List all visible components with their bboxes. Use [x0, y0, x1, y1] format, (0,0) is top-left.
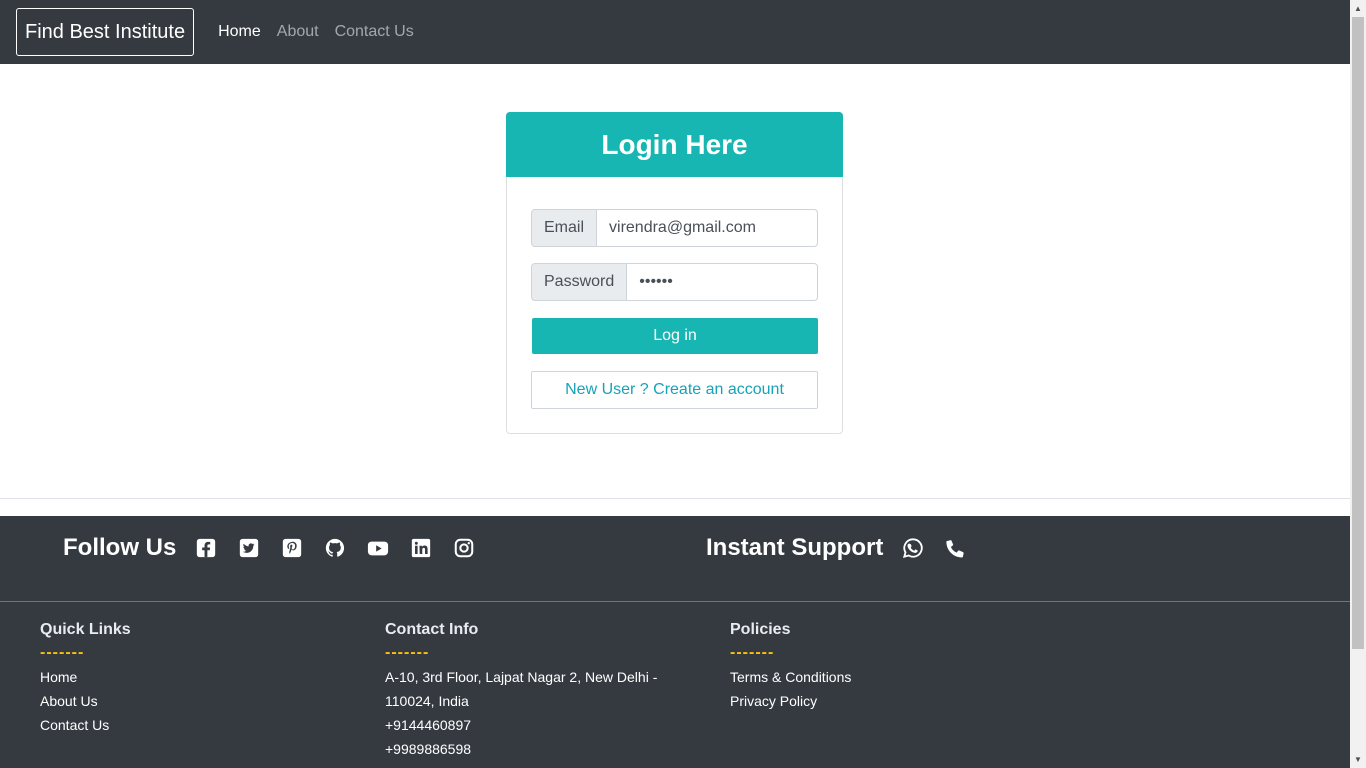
- quick-links-column: Quick Links ------- Home About Us Contac…: [40, 620, 131, 737]
- nav-link-home[interactable]: Home: [218, 23, 261, 41]
- policies-dash: -------: [730, 644, 775, 661]
- facebook-icon[interactable]: [194, 536, 218, 560]
- brand-logo-link[interactable]: Find Best Institute: [16, 8, 195, 56]
- follow-us-section: Follow Us: [63, 534, 495, 562]
- footer-link-contact[interactable]: Contact Us: [40, 713, 131, 737]
- quick-links-title: Quick Links: [40, 621, 131, 638]
- social-icons: [194, 536, 495, 560]
- phone-number-2: +9989886598: [385, 741, 472, 757]
- quick-links-dash: -------: [40, 644, 85, 661]
- address-line-1: A-10, 3rd Floor, Lajpat Nagar 2, New Del…: [385, 669, 658, 685]
- contact-info-title: Contact Info: [385, 621, 479, 638]
- footer-link-about[interactable]: About Us: [40, 689, 131, 713]
- footer-link-home[interactable]: Home: [40, 665, 131, 689]
- policies-title: Policies: [730, 621, 791, 638]
- password-input-group: Password: [531, 263, 818, 301]
- email-input-group: Email: [531, 209, 818, 247]
- follow-us-title: Follow Us: [63, 534, 177, 561]
- vertical-scrollbar[interactable]: ▲ ▼: [1350, 0, 1366, 768]
- footer-divider: [0, 601, 1350, 602]
- github-icon[interactable]: [323, 536, 347, 560]
- navbar: Find Best Institute Home About Contact U…: [0, 0, 1350, 64]
- instant-support-section: Instant Support: [706, 534, 967, 562]
- phone-icon[interactable]: [943, 536, 967, 560]
- footer-link-terms[interactable]: Terms & Conditions: [730, 665, 851, 689]
- contact-info-column: Contact Info ------- A-10, 3rd Floor, La…: [385, 620, 657, 761]
- address-line-2: 110024, India: [385, 693, 469, 709]
- whatsapp-icon[interactable]: [901, 536, 925, 560]
- login-card: Login Here Email Password Log in New Use…: [506, 112, 843, 434]
- section-divider: [0, 498, 1350, 499]
- phone-number-1: +9144460897: [385, 717, 472, 733]
- youtube-icon[interactable]: [366, 536, 390, 560]
- login-button[interactable]: Log in: [532, 318, 818, 354]
- login-title: Login Here: [506, 112, 843, 177]
- nav-link-about[interactable]: About: [277, 23, 319, 41]
- scroll-up-icon[interactable]: ▲: [1350, 0, 1366, 17]
- nav-link-contact[interactable]: Contact Us: [335, 23, 414, 41]
- email-label: Email: [531, 209, 598, 247]
- nav-links: Home About Contact Us: [218, 23, 414, 41]
- pinterest-icon[interactable]: [280, 536, 304, 560]
- twitter-icon[interactable]: [237, 536, 261, 560]
- email-field[interactable]: [597, 209, 818, 247]
- instant-support-title: Instant Support: [706, 534, 884, 561]
- footer: Follow Us Instant Support Quick Links --…: [0, 516, 1350, 768]
- scroll-down-icon[interactable]: ▼: [1350, 751, 1366, 768]
- password-field[interactable]: [627, 263, 818, 301]
- scrollbar-thumb[interactable]: [1352, 17, 1364, 649]
- password-label: Password: [531, 263, 628, 301]
- footer-link-privacy[interactable]: Privacy Policy: [730, 689, 851, 713]
- contact-info-dash: -------: [385, 644, 430, 661]
- linkedin-icon[interactable]: [409, 536, 433, 560]
- create-account-button[interactable]: New User ? Create an account: [531, 371, 818, 409]
- policies-column: Policies ------- Terms & Conditions Priv…: [730, 620, 851, 713]
- instagram-icon[interactable]: [452, 536, 476, 560]
